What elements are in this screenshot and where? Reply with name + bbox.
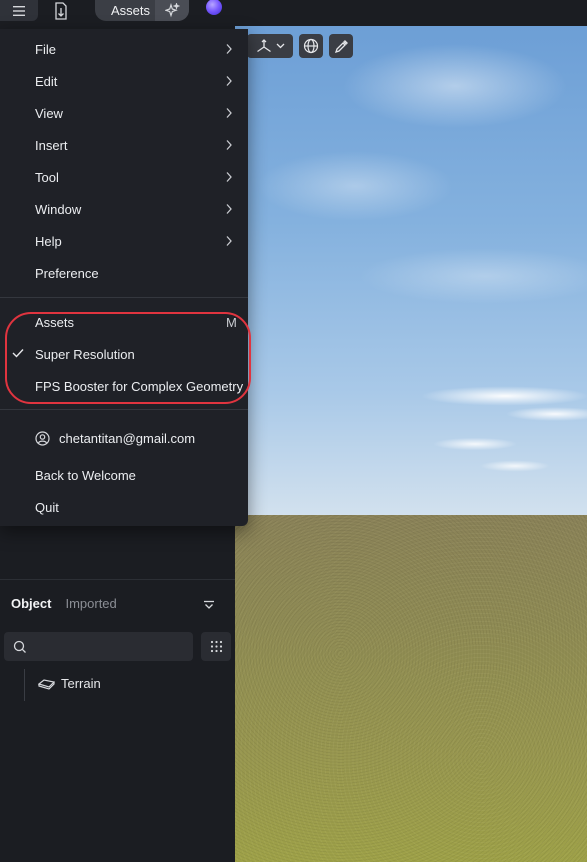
menu-item-fps-booster[interactable]: FPS Booster for Complex Geometry <box>0 371 248 401</box>
object-search-box <box>4 632 193 661</box>
menu-item-label: Super Resolution <box>35 346 135 362</box>
panel-divider <box>0 579 235 580</box>
chevron-right-icon <box>226 76 232 86</box>
assets-pill: Assets <box>95 0 189 21</box>
menu-item-label: Help <box>35 233 62 249</box>
menu-item-quit[interactable]: Quit <box>0 492 248 522</box>
menu-item-window[interactable]: Window <box>0 194 248 224</box>
main-menu-dropdown: File Edit View Insert Tool Window Help P… <box>0 29 248 526</box>
sparkle-icon <box>164 3 180 18</box>
chevron-down-icon <box>276 43 285 49</box>
ai-sparkle-button[interactable] <box>155 0 189 21</box>
menu-item-label: Insert <box>35 137 68 153</box>
menu-item-label: FPS Booster for Complex Geometry <box>35 378 244 394</box>
grid-dots-icon <box>210 640 222 653</box>
ai-orb-icon[interactable] <box>206 0 222 15</box>
menu-item-label: Back to Welcome <box>35 467 136 483</box>
menu-item-assets[interactable]: Assets M <box>0 307 248 337</box>
tree-guide-line <box>24 669 25 701</box>
menu-separator <box>0 297 248 298</box>
menu-item-super-resolution[interactable]: Super Resolution <box>0 339 248 369</box>
menu-item-preference[interactable]: Preference <box>0 258 248 288</box>
sky-background <box>235 26 587 516</box>
terrain-ground <box>235 515 587 862</box>
tab-object[interactable]: Object <box>11 596 51 611</box>
menu-item-back-to-welcome[interactable]: Back to Welcome <box>0 460 248 490</box>
object-search-input[interactable] <box>33 639 183 654</box>
menu-item-help[interactable]: Help <box>0 226 248 256</box>
menu-item-label: Window <box>35 201 82 217</box>
assets-button[interactable]: Assets <box>95 3 155 18</box>
search-icon <box>13 640 26 653</box>
menu-item-view[interactable]: View <box>0 98 248 128</box>
axis-gizmo-icon <box>257 39 271 53</box>
globe-icon <box>303 38 319 54</box>
checkmark-icon <box>12 349 24 358</box>
chevron-right-icon <box>226 172 232 182</box>
grid-view-button[interactable] <box>201 632 231 661</box>
import-file-icon <box>55 1 67 20</box>
menu-item-label: Quit <box>35 499 59 515</box>
menu-item-insert[interactable]: Insert <box>0 130 248 160</box>
menu-item-tool[interactable]: Tool <box>0 162 248 192</box>
top-bar: Assets <box>0 0 587 26</box>
eyedropper-icon <box>334 39 348 53</box>
eyedropper-button[interactable] <box>329 34 353 58</box>
menu-item-edit[interactable]: Edit <box>0 66 248 96</box>
filter-dropdown-icon <box>204 600 214 609</box>
user-circle-icon <box>35 431 50 446</box>
menu-item-file[interactable]: File <box>0 34 248 64</box>
menu-item-label: View <box>35 105 63 121</box>
viewport-toolbar <box>247 34 353 58</box>
terrain-layer-icon <box>38 679 55 690</box>
menu-separator <box>0 409 248 410</box>
menu-item-label: Tool <box>35 169 59 185</box>
transform-gizmo-button[interactable] <box>247 34 293 58</box>
hamburger-icon <box>13 5 25 16</box>
chevron-right-icon <box>226 44 232 54</box>
menu-item-label: File <box>35 41 56 57</box>
main-menu-button[interactable] <box>0 0 38 21</box>
filter-dropdown-button[interactable] <box>203 598 215 613</box>
menu-item-label: Edit <box>35 73 58 89</box>
3d-viewport[interactable] <box>235 26 587 862</box>
menu-item-label: Preference <box>35 265 99 281</box>
shortcut-hint: M <box>226 314 237 330</box>
chevron-right-icon <box>226 236 232 246</box>
chevron-right-icon <box>226 204 232 214</box>
tree-item-terrain[interactable]: Terrain <box>38 676 101 691</box>
tab-imported[interactable]: Imported <box>65 596 116 611</box>
import-button[interactable] <box>48 0 74 21</box>
globe-button[interactable] <box>299 34 323 58</box>
tree-item-label: Terrain <box>61 676 101 691</box>
menu-item-account[interactable]: chetantitan@gmail.com <box>0 423 248 453</box>
account-email: chetantitan@gmail.com <box>59 430 196 446</box>
chevron-right-icon <box>226 140 232 150</box>
object-tabs: Object Imported <box>11 596 117 611</box>
menu-item-label: Assets <box>35 314 75 330</box>
chevron-right-icon <box>226 108 232 118</box>
